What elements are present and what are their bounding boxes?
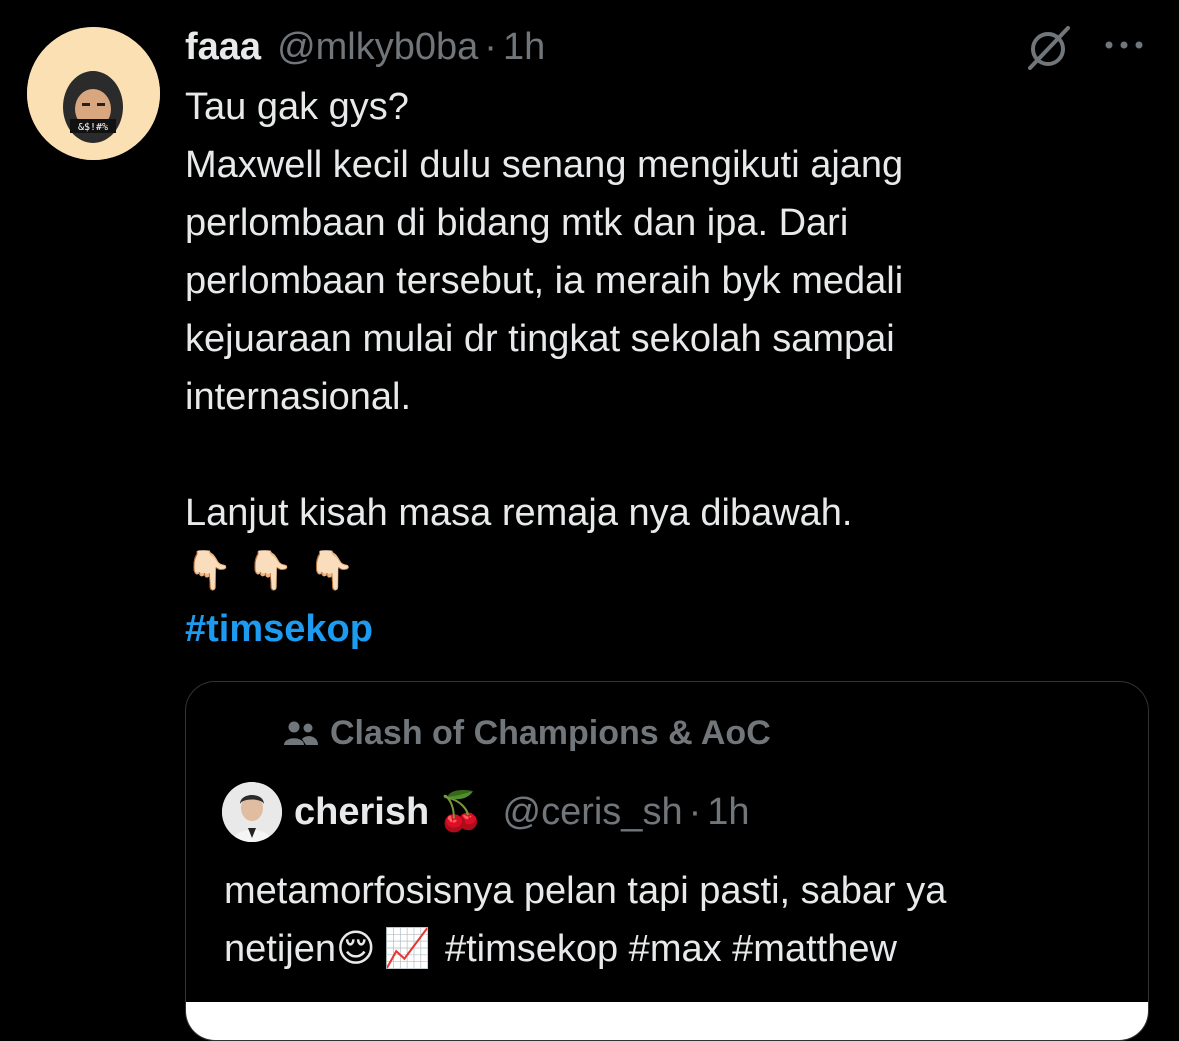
quoted-text-prefix: netijen bbox=[224, 928, 336, 970]
hashtag-link[interactable]: #timsekop bbox=[185, 600, 1135, 658]
chart-increasing-emoji: 📈 bbox=[383, 928, 431, 970]
author-avatar[interactable]: &$!#% bbox=[27, 27, 160, 160]
tweet-text-line: Maxwell kecil dulu senang mengikuti ajan… bbox=[185, 144, 904, 186]
quoted-text-line: netijen 😌 📈 #timsekop #max #matthew bbox=[224, 920, 1124, 978]
community-icon bbox=[284, 721, 318, 745]
more-options-icon[interactable] bbox=[1100, 30, 1148, 60]
quoted-author-handle[interactable]: @ceris_sh bbox=[503, 791, 683, 834]
quoted-author-avatar[interactable] bbox=[222, 782, 282, 842]
pointing-down-emoji-row: 👇🏻 👇🏻 👇🏻 bbox=[185, 542, 1135, 600]
author-handle[interactable]: @mlkyb0ba bbox=[277, 26, 478, 69]
relieved-face-emoji: 😌 bbox=[335, 928, 376, 970]
tweet-header: faaa @mlkyb0ba · 1h bbox=[185, 24, 545, 70]
tweet-text-line: kejuaraan mulai dr tingkat sekolah sampa… bbox=[185, 318, 895, 360]
community-label[interactable]: Clash of Champions & AoC bbox=[282, 714, 771, 753]
tweet-text-line: perlombaan di bidang mtk dan ipa. Dari bbox=[185, 202, 849, 244]
separator-dot: · bbox=[688, 790, 702, 833]
quoted-tweet-timestamp[interactable]: 1h bbox=[707, 791, 749, 834]
avatar-memoji-icon: &$!#% bbox=[27, 27, 160, 160]
quoted-text-line: metamorfosisnya pelan tapi pasti, sabar … bbox=[224, 870, 947, 912]
tweet-text-line: Lanjut kisah masa remaja nya dibawah. bbox=[185, 492, 853, 534]
pointing-down-emoji: 👇🏻 bbox=[246, 550, 294, 592]
quoted-hashtags[interactable]: #timsekop #max #matthew bbox=[445, 920, 897, 978]
tweet-timestamp[interactable]: 1h bbox=[503, 26, 545, 69]
pointing-down-emoji: 👇🏻 bbox=[307, 550, 355, 592]
community-name: Clash of Champions & AoC bbox=[330, 714, 771, 752]
tweet-body: Tau gak gys? Maxwell kecil dulu senang m… bbox=[185, 78, 1135, 658]
separator-dot: · bbox=[484, 25, 497, 68]
author-display-name[interactable]: faaa bbox=[185, 26, 261, 69]
pointing-down-emoji: 👇🏻 bbox=[185, 550, 233, 592]
tweet-text-line: Tau gak gys? bbox=[185, 86, 409, 128]
quoted-tweet-header: cherish 🍒 @ceris_sh · 1h bbox=[222, 782, 750, 842]
quoted-tweet-card[interactable]: Clash of Champions & AoC cherish 🍒 @ceri… bbox=[185, 681, 1149, 1041]
cherry-emoji: 🍒 bbox=[437, 791, 485, 833]
tweet-text-line: perlombaan tersebut, ia meraih byk medal… bbox=[185, 260, 904, 302]
quoted-media-preview[interactable] bbox=[186, 1002, 1148, 1040]
quoted-author-display-name[interactable]: cherish bbox=[294, 791, 429, 834]
grok-icon[interactable] bbox=[1022, 22, 1074, 74]
quoted-tweet-body: metamorfosisnya pelan tapi pasti, sabar … bbox=[224, 862, 1124, 978]
tweet-text-line: internasional. bbox=[185, 376, 412, 418]
avatar-text: &$!#% bbox=[78, 122, 108, 133]
